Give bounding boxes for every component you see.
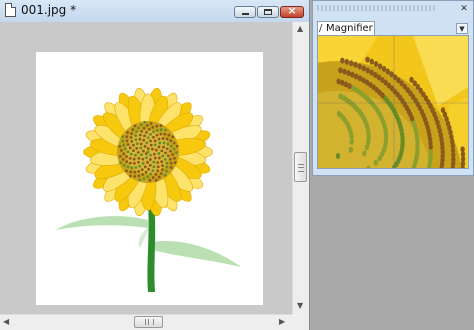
magnifier-view [317, 35, 469, 169]
minimize-icon [242, 13, 249, 15]
canvas-area [0, 22, 292, 314]
minimize-button[interactable] [234, 6, 256, 18]
document-icon [5, 3, 16, 17]
image-window-titlebar[interactable]: 001.jpg * × [0, 0, 309, 23]
image-window: 001.jpg * × ▲ ▼ ◀ ▶ [0, 0, 310, 330]
scrollbar-corner [292, 314, 309, 330]
magnifier-panel: ✕ Magnifier ▼ [312, 0, 474, 176]
sunflower-image [56, 87, 241, 292]
magnifier-titlebar[interactable]: ✕ [313, 1, 473, 21]
chevron-down-icon[interactable]: ▼ [456, 23, 468, 34]
image-canvas[interactable] [36, 52, 263, 305]
maximize-icon [264, 9, 272, 15]
tab-magnifier[interactable]: Magnifier [317, 21, 375, 36]
close-button[interactable]: × [280, 4, 304, 18]
drag-grip-icon[interactable] [317, 5, 437, 11]
grip-icon [145, 319, 154, 325]
scroll-down-icon[interactable]: ▼ [297, 302, 303, 310]
horizontal-scrollbar[interactable]: ◀ ▶ [0, 314, 292, 330]
maximize-button[interactable] [257, 6, 279, 18]
scroll-left-icon[interactable]: ◀ [3, 318, 9, 326]
close-icon: × [287, 4, 297, 17]
window-title: 001.jpg * [21, 3, 77, 17]
vertical-scroll-thumb[interactable] [294, 152, 307, 182]
scroll-up-icon[interactable]: ▲ [297, 25, 303, 33]
vertical-scrollbar[interactable]: ▲ ▼ [292, 22, 309, 314]
horizontal-scroll-thumb[interactable] [134, 316, 163, 328]
magnified-image [318, 36, 468, 168]
grip-icon [298, 164, 304, 172]
scroll-right-icon[interactable]: ▶ [279, 318, 285, 326]
close-icon[interactable]: ✕ [459, 4, 469, 14]
